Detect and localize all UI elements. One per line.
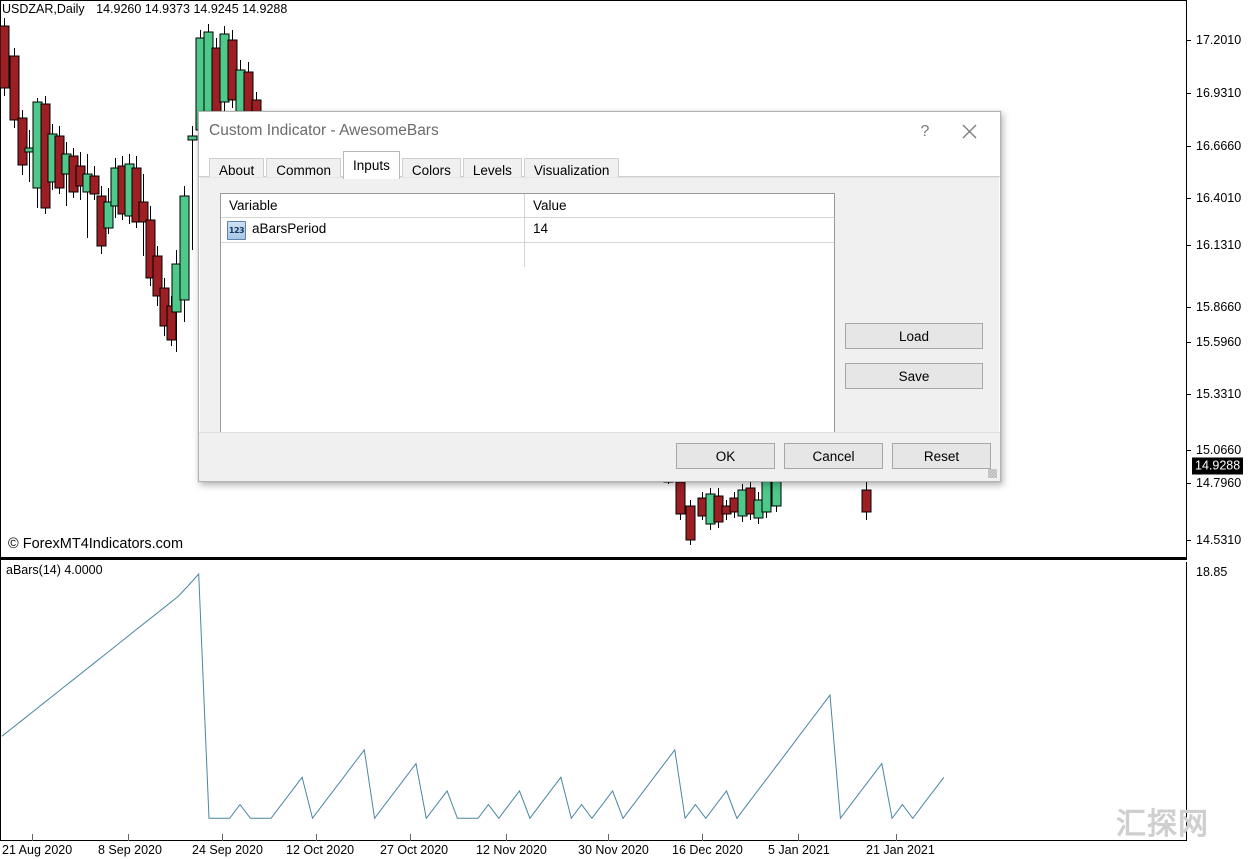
price-tick [1186,483,1191,484]
copyright-watermark: © ForexMT4Indicators.com [8,536,184,552]
price-axis-line [1186,0,1187,558]
price-label: 16.1310 [1196,238,1242,252]
date-label: 16 Dec 2020 [672,843,743,857]
price-label: 16.6660 [1196,139,1242,153]
date-tick [702,834,703,841]
reset-button[interactable]: Reset [892,443,991,469]
price-tick [1186,146,1191,147]
help-icon[interactable]: ? [910,120,940,144]
grid-row-divider [221,242,834,243]
date-label: 21 Jan 2021 [866,843,935,857]
column-header-value: Value [533,198,567,213]
price-tick [1186,450,1191,451]
price-label: 15.8660 [1196,300,1242,314]
close-icon[interactable] [952,118,986,144]
dialog-title: Custom Indicator - AwesomeBars [209,122,439,139]
date-tick [222,834,223,841]
date-label: 5 Jan 2021 [768,843,830,857]
date-tick [410,834,411,841]
inputs-grid[interactable]: Variable Value 123 aBarsPeriod 14 [220,193,835,438]
price-tick [1186,394,1191,395]
tab-list: About Common Inputs Colors Levels Visualizati… [209,151,621,182]
site-watermark: 汇探网 [1116,807,1209,842]
price-label: 15.5960 [1196,335,1242,349]
date-tick [128,834,129,841]
inputs-grid-header: Variable Value [221,194,834,218]
mt4-chart-window: USDZAR,Daily 14.9260 14.9373 14.9245 14.… [0,0,1251,859]
custom-indicator-dialog[interactable]: Custom Indicator - AwesomeBars ? About Co… [198,111,1001,482]
ok-button[interactable]: OK [676,443,775,469]
column-header-variable: Variable [229,198,278,213]
date-tick [506,834,507,841]
date-tick [316,834,317,841]
save-button[interactable]: Save [845,363,983,389]
current-price-label: 14.9288 [1192,457,1244,475]
indicator-subwindow-plot [1,572,945,820]
close-glyph [962,124,976,138]
date-label: 30 Nov 2020 [578,843,649,857]
dialog-tabstrip: About Common Inputs Colors Levels Visualizati… [199,151,1000,182]
price-label: 16.9310 [1196,86,1242,100]
date-label: 12 Oct 2020 [286,843,355,857]
price-tick [1186,245,1191,246]
price-label: 16.4010 [1196,191,1242,205]
date-label: 27 Oct 2020 [380,843,449,857]
price-tick [1186,540,1191,541]
dialog-body: About Common Inputs Colors Levels Visualizati… [199,151,1000,481]
price-tick [1186,93,1191,94]
price-label: 15.0660 [1196,443,1242,457]
date-label: 12 Nov 2020 [476,843,547,857]
date-label: 21 Aug 2020 [2,843,73,857]
date-tick [896,834,897,841]
price-label: 14.7960 [1196,476,1242,490]
date-tick [32,834,33,841]
variable-value-cell[interactable]: 14 [533,221,548,236]
price-tick [1186,307,1191,308]
price-tick [1186,40,1191,41]
variable-name-cell: aBarsPeriod [252,221,327,236]
resize-grip[interactable] [988,469,997,478]
price-label: 15.3310 [1196,387,1242,401]
indicator-name-label: aBars(14) 4.0000 [6,563,103,577]
dialog-titlebar[interactable]: Custom Indicator - AwesomeBars ? [199,112,1000,151]
date-label: 24 Sep 2020 [192,843,263,857]
table-row[interactable]: 123 aBarsPeriod 14 [221,218,834,242]
date-tick [798,834,799,841]
subwindow-bottom-border [0,840,1187,841]
price-tick [1186,342,1191,343]
subwindow-max-label: 18.85 [1196,565,1228,579]
price-label: 17.2010 [1196,33,1242,47]
tab-inputs[interactable]: Inputs [343,151,400,179]
load-button[interactable]: Load [845,323,983,349]
price-label: 14.5310 [1196,533,1242,547]
date-tick [608,834,609,841]
price-tick [1186,198,1191,199]
cancel-button[interactable]: Cancel [784,443,883,469]
subwindow-axis-line [1186,562,1187,841]
inputs-panel: Variable Value 123 aBarsPeriod 14 Load S… [200,177,999,438]
date-label: 8 Sep 2020 [98,843,162,857]
dialog-footer: OK Cancel Reset [199,432,1000,481]
numeric-input-icon: 123 [227,221,246,240]
